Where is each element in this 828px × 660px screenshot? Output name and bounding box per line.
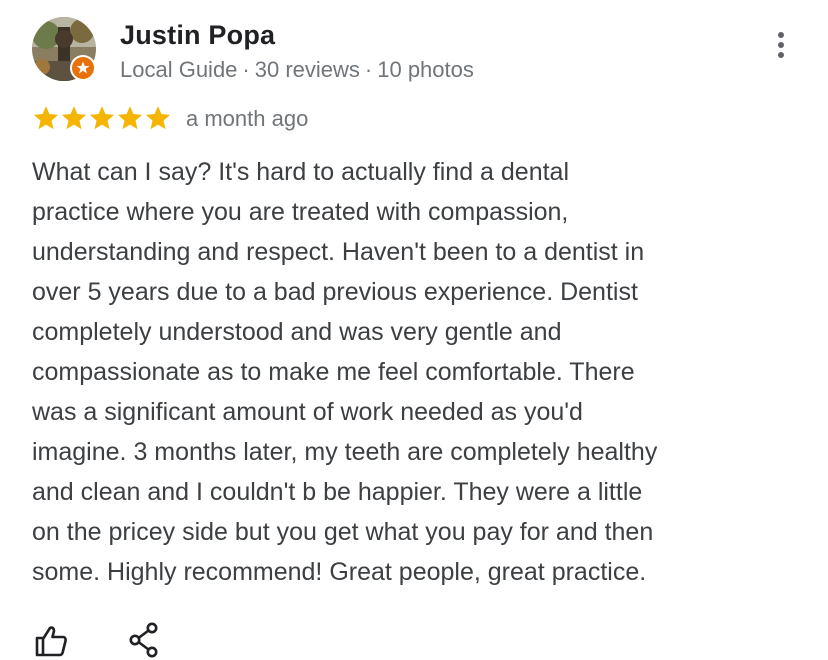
- star-icon: [89, 106, 115, 130]
- like-button[interactable]: [34, 624, 68, 658]
- more-options-button[interactable]: [770, 30, 792, 62]
- reviews-count: 30 reviews: [254, 57, 360, 82]
- author-level: Local Guide: [120, 57, 238, 82]
- star-icon: [145, 106, 171, 130]
- review-date: a month ago: [186, 106, 309, 131]
- star-icon: [33, 106, 59, 130]
- meta-separator: ·: [242, 57, 250, 82]
- review-card: Justin Popa Local Guide · 30 reviews · 10 ph…: [0, 0, 828, 660]
- star-icon: [117, 106, 143, 130]
- review-text: What can I say? It's hard to actually fi…: [32, 158, 658, 586]
- local-guide-badge-icon: [70, 55, 96, 81]
- more-vertical-icon: [778, 32, 784, 58]
- meta-separator: ·: [364, 57, 373, 82]
- star-icon: [61, 106, 87, 130]
- thumbs-up-icon: [35, 626, 67, 657]
- share-icon: [129, 622, 158, 658]
- share-button[interactable]: [128, 622, 160, 658]
- photos-count: 10 photos: [377, 57, 474, 82]
- author-name[interactable]: Justin Popa: [120, 20, 275, 51]
- star-rating: [32, 104, 172, 132]
- author-meta: Local Guide · 30 reviews · 10 photos: [120, 57, 474, 83]
